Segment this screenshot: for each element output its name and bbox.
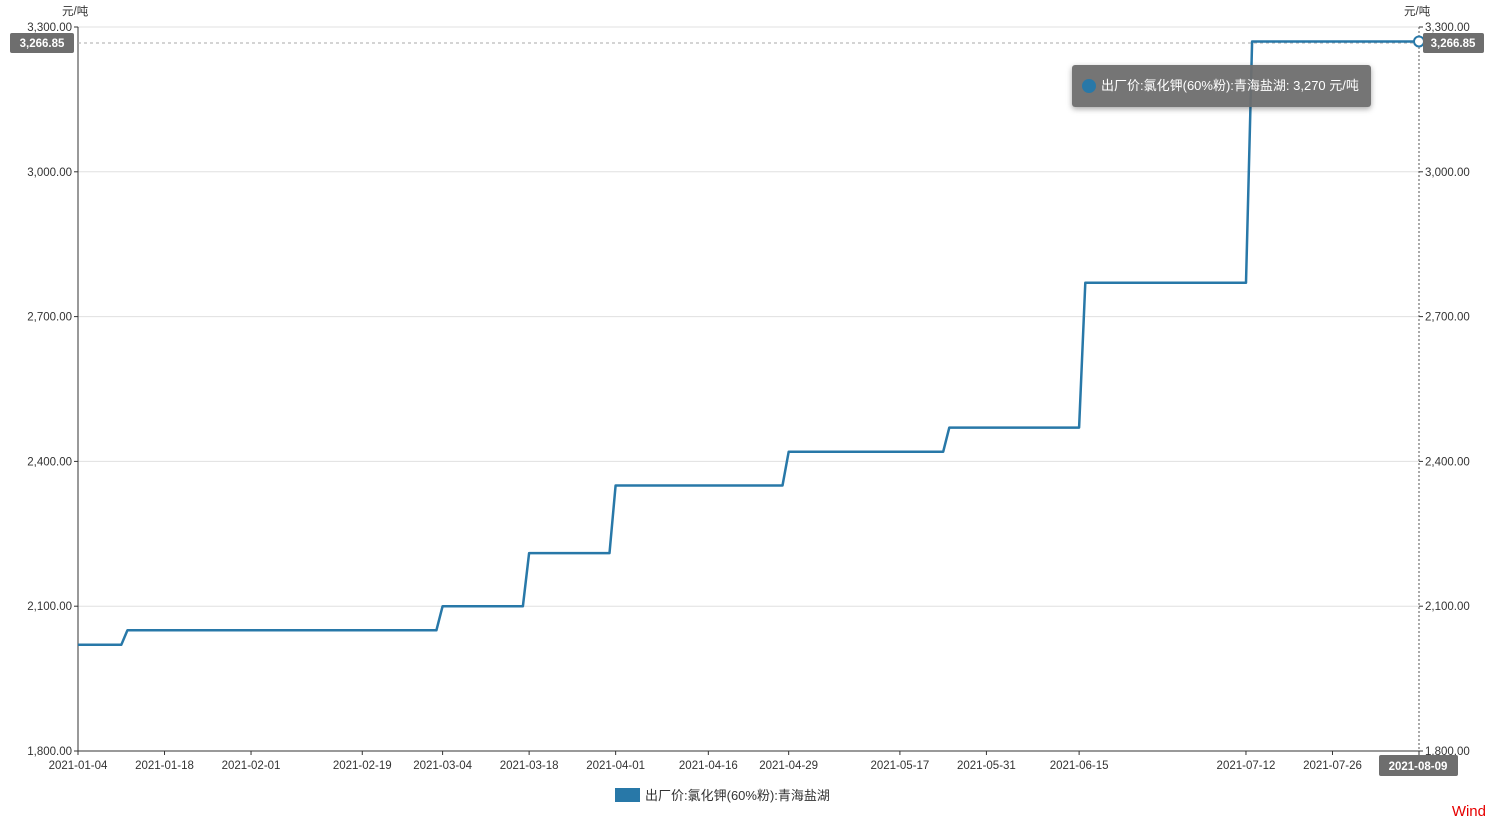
x-tick-label: 2021-05-31 — [957, 760, 1016, 772]
x-axis-ticks: 2021-01-04 2021-01-18 2021-02-01 2021-02-19… — [49, 751, 1420, 772]
x-tick-label: 2021-04-29 — [759, 760, 818, 772]
y-axis-right-unit: 元/吨 — [1404, 5, 1431, 18]
x-tick-label: 2021-01-18 — [135, 760, 194, 772]
x-tick-label: 2021-01-04 — [49, 760, 108, 772]
y-tick-label-right: 2,100.00 — [1425, 601, 1470, 613]
x-tick-label: 2021-05-17 — [870, 760, 929, 772]
tooltip-text: 出厂价:氯化钾(60%粉):青海盐湖: 3,270 元/吨 — [1101, 78, 1359, 93]
series-line — [78, 40, 1419, 647]
crosshair — [78, 27, 1420, 751]
y-tick-label-right: 2,700.00 — [1425, 312, 1470, 324]
crosshair-x-label: 2021-08-09 — [1379, 755, 1458, 776]
y-tick-label-right: 3,300.00 — [1425, 22, 1470, 34]
x-tick-label: 2021-04-01 — [586, 760, 645, 772]
crosshair-x-value: 2021-08-09 — [1389, 761, 1448, 773]
x-tick-label: 2021-02-19 — [333, 760, 392, 772]
y-axis-right-ticks: 3,300.00 3,000.00 2,700.00 2,400.00 2,100.00… — [1419, 22, 1470, 758]
crosshair-y-label-left: 3,266.85 — [10, 33, 74, 53]
x-tick-label: 2021-07-26 — [1303, 760, 1362, 772]
hover-point-marker[interactable] — [1413, 35, 1425, 48]
x-tick-label: 2021-06-15 — [1050, 760, 1109, 772]
x-tick-label: 2021-03-18 — [500, 760, 559, 772]
y-tick-label-left: 2,700.00 — [27, 312, 72, 324]
crosshair-y-value-left: 3,266.85 — [20, 38, 65, 50]
y-tick-label-left: 2,400.00 — [27, 456, 72, 468]
x-tick-label: 2021-04-16 — [679, 760, 738, 772]
axes — [77, 27, 1419, 752]
crosshair-y-value-right: 3,266.85 — [1431, 38, 1476, 50]
y-tick-label-right: 3,000.00 — [1425, 167, 1470, 179]
tooltip-series-dot — [1082, 79, 1096, 93]
x-tick-label: 2021-02-01 — [222, 760, 281, 772]
x-tick-label: 2021-07-12 — [1217, 760, 1276, 772]
y-tick-label-left: 2,100.00 — [27, 601, 72, 613]
grid-lines — [78, 26, 1419, 607]
x-tick-label: 2021-03-04 — [413, 760, 472, 772]
y-axis-left-unit: 元/吨 — [62, 5, 89, 18]
y-tick-label-left: 3,300.00 — [27, 22, 72, 34]
brand-logo-text: Wind — [1451, 803, 1486, 820]
legend[interactable]: 出厂价:氯化钾(60%粉):青海盐湖 — [615, 785, 830, 804]
legend-swatch — [615, 787, 640, 802]
y-tick-label-right: 2,400.00 — [1425, 456, 1470, 468]
data-tooltip: 出厂价:氯化钾(60%粉):青海盐湖: 3,270 元/吨 — [1072, 65, 1371, 107]
legend-label: 出厂价:氯化钾(60%粉):青海盐湖 — [645, 788, 830, 803]
line-chart: 3,300.00 3,000.00 2,700.00 2,400.00 2,100.00… — [10, 5, 1484, 776]
y-axis-left-ticks: 3,300.00 3,000.00 2,700.00 2,400.00 2,100.00… — [27, 22, 78, 758]
y-tick-label-left: 3,000.00 — [27, 167, 72, 179]
crosshair-y-label-right: 3,266.85 — [1423, 33, 1484, 53]
y-tick-label-left: 1,800.00 — [27, 746, 72, 758]
